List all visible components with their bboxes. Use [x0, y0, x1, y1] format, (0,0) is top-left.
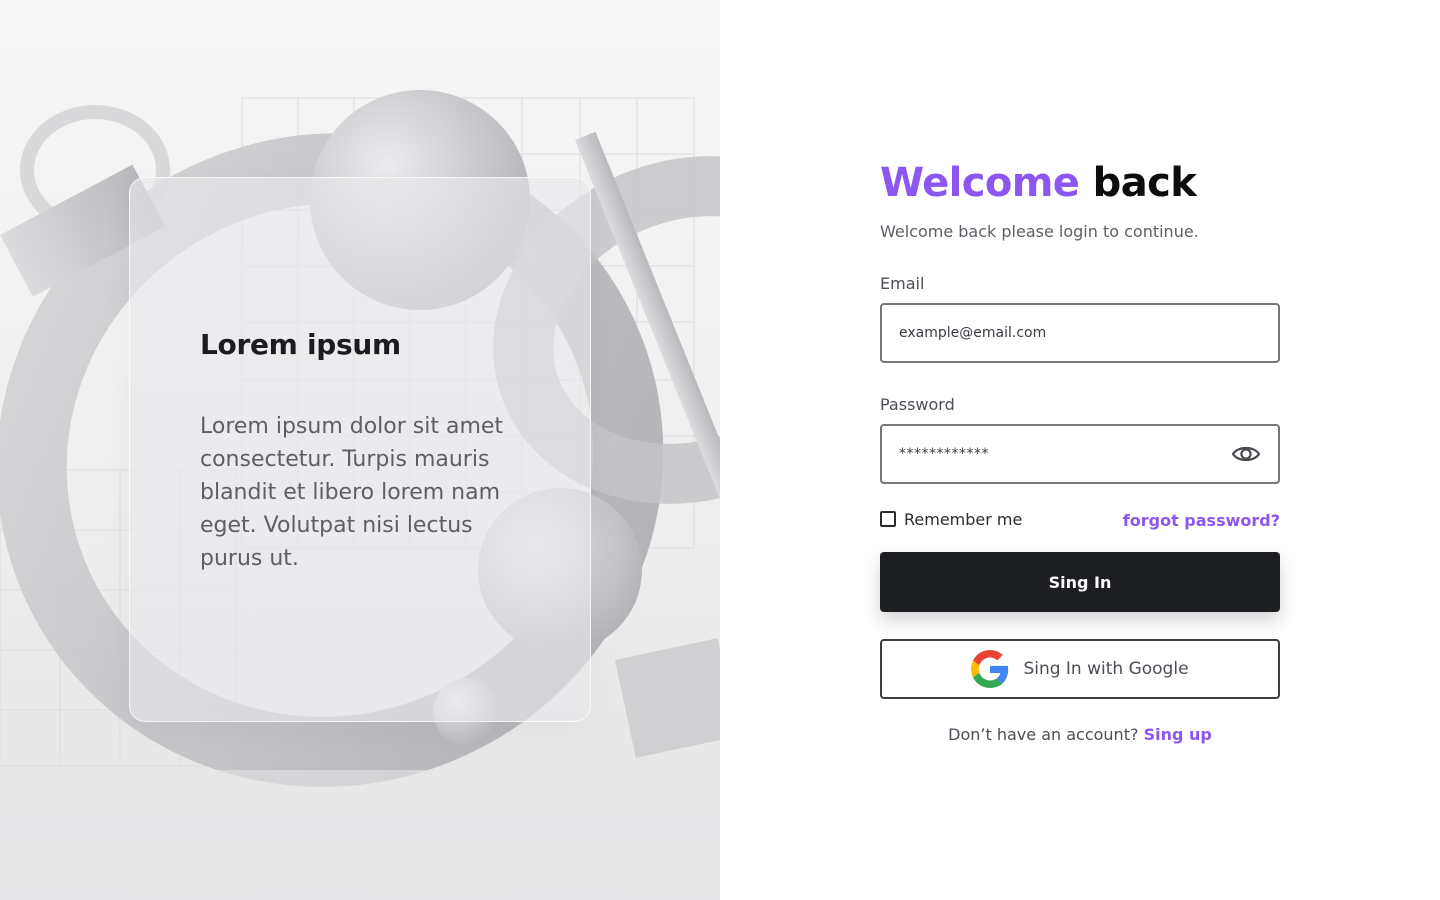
title-rest: back — [1092, 160, 1197, 206]
password-label: Password — [880, 395, 955, 414]
google-logo-icon — [971, 650, 1009, 688]
title-accent: Welcome — [880, 160, 1080, 206]
no-account-text: Don’t have an account? — [948, 725, 1139, 744]
page-title: Welcome back — [880, 158, 1280, 208]
remember-row: Remember me forgot password? — [880, 510, 1280, 534]
password-field-container: ************ — [880, 424, 1280, 484]
page-subtitle: Welcome back please login to continue. — [880, 222, 1199, 241]
remember-label[interactable]: Remember me — [904, 510, 1022, 529]
card-title: Lorem ipsum — [200, 328, 401, 361]
google-sign-in-label: Sing In with Google — [1023, 659, 1189, 679]
sign-in-button[interactable]: Sing In — [880, 552, 1280, 612]
forgot-password-link[interactable]: forgot password? — [1123, 511, 1280, 530]
login-panel: Welcome back Welcome back please login t… — [720, 0, 1440, 900]
eye-icon[interactable] — [1231, 442, 1261, 466]
sign-up-link[interactable]: Sing up — [1144, 725, 1212, 744]
signup-prompt: Don’t have an account? Sing up — [880, 725, 1280, 744]
card-body: Lorem ipsum dolor sit amet consectetur. … — [200, 414, 504, 571]
password-field[interactable]: ************ — [899, 446, 1231, 462]
remember-checkbox[interactable] — [880, 511, 896, 527]
hero-glass-card: Lorem ipsum Lorem ipsum dolor sit amet c… — [129, 177, 591, 722]
google-sign-in-button[interactable]: Sing In with Google — [880, 639, 1280, 699]
email-field[interactable] — [899, 325, 1261, 341]
email-label: Email — [880, 274, 925, 293]
login-form: Welcome back Welcome back please login t… — [880, 158, 1280, 744]
hero-panel: Lorem ipsum Lorem ipsum dolor sit amet c… — [0, 0, 720, 900]
email-field-container — [880, 303, 1280, 363]
login-page: Lorem ipsum Lorem ipsum dolor sit amet c… — [0, 0, 1440, 900]
